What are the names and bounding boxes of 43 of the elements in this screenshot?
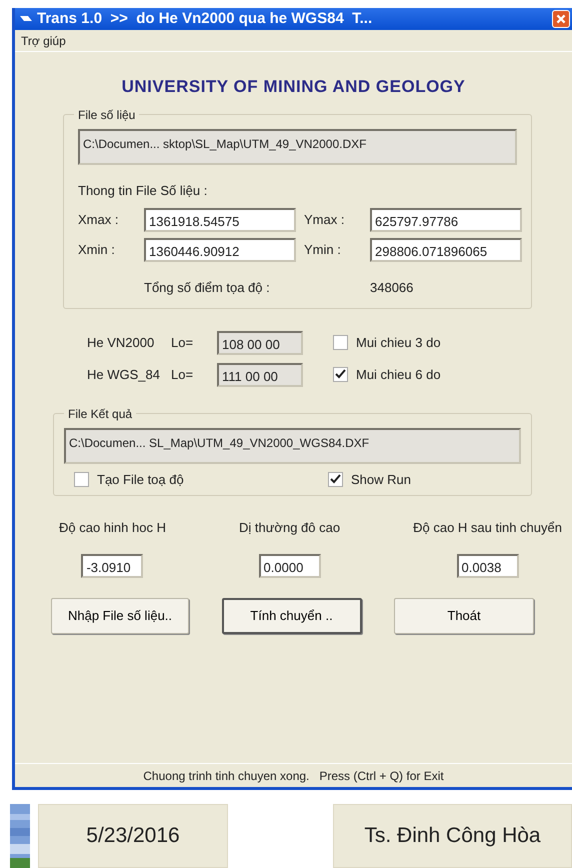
- lo-field[interactable]: 108 00 00: [217, 330, 303, 354]
- action-button[interactable]: Nhập File số liệu..: [51, 598, 189, 634]
- total-label: Tổng số điểm tọa độ :: [144, 279, 271, 297]
- checkbox[interactable]: [74, 472, 89, 487]
- checkbox-label: Mui chieu 6 do: [356, 366, 441, 384]
- lo-field[interactable]: 111 00 00: [217, 362, 303, 386]
- action-button[interactable]: Tính chuyển ..: [222, 598, 362, 634]
- field-label: Ymax :: [304, 211, 346, 230]
- field-label: Ymin :: [304, 241, 342, 260]
- system-label: He WGS_84: [87, 366, 161, 384]
- checkbox-label: Show Run: [351, 470, 411, 488]
- path-field[interactable]: C:\Documen... sktop\SL_Map\UTM_49_VN2000.DXF: [78, 128, 517, 164]
- close-icon[interactable]: [552, 10, 570, 28]
- text-field[interactable]: 1361918.54575: [144, 208, 296, 232]
- text-field[interactable]: 1360446.90912: [144, 238, 296, 262]
- date-panel: 5/23/2016: [38, 804, 228, 868]
- checkbox-label: Tạo File toạ độ: [97, 470, 184, 488]
- height-label: Độ cao H sau tinh chuyển: [413, 519, 562, 537]
- height-label: Độ cao hinh hoc H: [59, 519, 166, 537]
- text-field[interactable]: 298806.071896065: [370, 238, 522, 262]
- height-field[interactable]: 0.0000: [258, 554, 321, 578]
- height-field[interactable]: 0.0038: [456, 554, 519, 578]
- university-heading: UNIVERSITY OF MINING AND GEOLOGY: [120, 76, 466, 98]
- status-bar: Chuong trinh tinh chuyen xong. Press (Ctrl + Q) for Exit: [15, 763, 572, 787]
- text-field[interactable]: 625797.97786: [370, 208, 522, 232]
- action-button[interactable]: Thoát: [394, 598, 534, 634]
- height-label: Dị thường đô cao: [239, 519, 340, 537]
- height-field[interactable]: -3.0910: [81, 554, 144, 578]
- checkbox[interactable]: [328, 472, 344, 487]
- field-label: Xmin :: [78, 241, 116, 260]
- total-value: 348066: [370, 279, 414, 297]
- window-title: Trans 1.0 >> do He Vn2000 qua he WGS84 T...: [37, 8, 374, 29]
- path-field[interactable]: C:\Documen... SL_Map\UTM_49_VN2000_WGS84.DXF: [64, 428, 521, 464]
- field-label: Xmax :: [78, 211, 120, 230]
- checkbox-label: Mui chieu 3 do: [356, 334, 441, 352]
- lo-label: Lo=: [171, 366, 194, 384]
- menu-item[interactable]: Trợ giúp: [21, 34, 66, 48]
- system-label: He VN2000: [87, 334, 156, 352]
- checkbox[interactable]: [333, 367, 348, 382]
- info-label: Thong tin File Số liệu :: [78, 182, 208, 200]
- author-panel: Ts. Đinh Công Hòa: [333, 804, 572, 868]
- checkbox[interactable]: [333, 335, 348, 350]
- lo-label: Lo=: [171, 334, 194, 352]
